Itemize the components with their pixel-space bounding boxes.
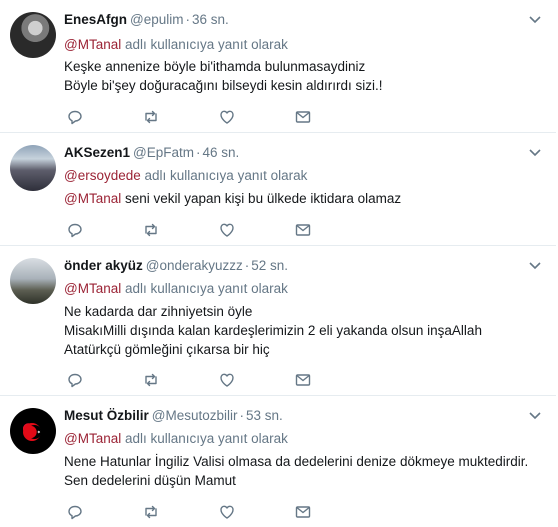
user-handle[interactable]: @epulim bbox=[130, 12, 183, 27]
tweet-text-content: seni vekil yapan kişi bu ülkede iktidara… bbox=[125, 191, 402, 206]
display-name[interactable]: AKSezen1 bbox=[64, 145, 130, 160]
avatar[interactable] bbox=[10, 408, 56, 454]
reply-context: @ersoydede adlı kullanıcıya yanıt olarak bbox=[64, 167, 307, 184]
reply-prefix-text: adlı kullanıcıya yanıt olarak bbox=[125, 431, 288, 446]
tweet-text: Keşke annenize böyle bi'ithamda bulunmas… bbox=[64, 57, 382, 95]
tweet-text-line: Nene Hatunlar İngiliz Valisi olmasa da d… bbox=[64, 454, 529, 469]
avatar[interactable] bbox=[10, 258, 56, 304]
avatar[interactable] bbox=[10, 145, 56, 191]
reply-context: @MTanal adlı kullanıcıya yanıt olarak bbox=[64, 430, 288, 447]
mention-link[interactable]: @MTanal bbox=[64, 191, 121, 206]
avatar[interactable] bbox=[10, 12, 56, 58]
timestamp[interactable]: 52 sn. bbox=[251, 258, 288, 273]
tweet-feed: EnesAfgn @epulim · 36 sn. @MTanal adlı kull… bbox=[0, 0, 556, 527]
reply-icon[interactable] bbox=[66, 108, 84, 126]
tweet-item[interactable]: Mesut Özbilir @Mesutozbilir · 53 sn. @MTana… bbox=[0, 396, 556, 527]
timestamp[interactable]: 53 sn. bbox=[246, 408, 283, 423]
reply-icon[interactable] bbox=[66, 221, 84, 239]
reply-mention-link[interactable]: @MTanal bbox=[64, 281, 121, 296]
chevron-down-icon[interactable] bbox=[528, 15, 542, 25]
user-handle[interactable]: @EpFatm bbox=[133, 145, 194, 160]
user-handle[interactable]: @onderakyuzzz bbox=[146, 258, 243, 273]
message-icon[interactable] bbox=[294, 221, 312, 239]
reply-mention-link[interactable]: @MTanal bbox=[64, 37, 121, 52]
tweet-actions bbox=[64, 108, 324, 126]
tweet-header: önder akyüz @onderakyuzzz · 52 sn. bbox=[64, 257, 288, 275]
display-name[interactable]: EnesAfgn bbox=[64, 12, 127, 27]
tweet-item[interactable]: EnesAfgn @epulim · 36 sn. @MTanal adlı kull… bbox=[0, 0, 556, 133]
retweet-icon[interactable] bbox=[142, 108, 160, 126]
display-name[interactable]: önder akyüz bbox=[64, 258, 143, 273]
reply-prefix-text: adlı kullanıcıya yanıt olarak bbox=[125, 281, 288, 296]
reply-context: @MTanal adlı kullanıcıya yanıt olarak bbox=[64, 280, 288, 297]
tweet-actions bbox=[64, 371, 324, 389]
reply-icon[interactable] bbox=[66, 503, 84, 521]
like-icon[interactable] bbox=[218, 371, 236, 389]
message-icon[interactable] bbox=[294, 371, 312, 389]
separator-dot: · bbox=[185, 12, 191, 27]
tweet-header: Mesut Özbilir @Mesutozbilir · 53 sn. bbox=[64, 407, 283, 425]
separator-dot: · bbox=[196, 145, 201, 160]
timestamp[interactable]: 46 sn. bbox=[203, 145, 240, 160]
separator-dot: · bbox=[244, 258, 250, 273]
tweet-header: EnesAfgn @epulim · 36 sn. bbox=[64, 11, 229, 29]
retweet-icon[interactable] bbox=[142, 371, 160, 389]
tweet-actions bbox=[64, 221, 324, 239]
message-icon[interactable] bbox=[294, 108, 312, 126]
like-icon[interactable] bbox=[218, 108, 236, 126]
tweet-text: Ne kadarda dar zihniyetsin öyle MisakıMi… bbox=[64, 302, 482, 359]
display-name[interactable]: Mesut Özbilir bbox=[64, 408, 149, 423]
message-icon[interactable] bbox=[294, 503, 312, 521]
chevron-down-icon[interactable] bbox=[528, 261, 542, 271]
tweet-text-line: MisakıMilli dışında kalan kardeşlerimizi… bbox=[64, 323, 482, 338]
reply-mention-link[interactable]: @MTanal bbox=[64, 431, 121, 446]
tweet-text: Nene Hatunlar İngiliz Valisi olmasa da d… bbox=[64, 452, 528, 490]
timestamp[interactable]: 36 sn. bbox=[192, 12, 229, 27]
tweet-text-line: Sen dedelerini düşün Mamut bbox=[64, 473, 236, 488]
reply-prefix-text: adlı kullanıcıya yanıt olarak bbox=[125, 37, 288, 52]
retweet-icon[interactable] bbox=[142, 503, 160, 521]
tweet-text-line: Keşke annenize böyle bi'ithamda bulunmas… bbox=[64, 59, 366, 74]
retweet-icon[interactable] bbox=[142, 221, 160, 239]
tweet-text-line: Ne kadarda dar zihniyetsin öyle bbox=[64, 304, 253, 319]
reply-context: @MTanal adlı kullanıcıya yanıt olarak bbox=[64, 36, 288, 53]
chevron-down-icon[interactable] bbox=[528, 148, 542, 158]
separator-dot: · bbox=[239, 408, 245, 423]
tweet-header: AKSezen1 @EpFatm · 46 sn. bbox=[64, 144, 239, 162]
like-icon[interactable] bbox=[218, 503, 236, 521]
flag-emblem-icon bbox=[23, 423, 42, 441]
chevron-down-icon[interactable] bbox=[528, 411, 542, 421]
tweet-text-line: @MTanal seni vekil yapan kişi bu ülkede … bbox=[64, 189, 401, 208]
tweet-text-line: Atatürkçü gömleğini çıkarsa bir hiç bbox=[64, 342, 270, 357]
tweet-text: @MTanal seni vekil yapan kişi bu ülkede … bbox=[64, 189, 401, 208]
reply-prefix-text: adlı kullanıcıya yanıt olarak bbox=[144, 168, 308, 183]
reply-icon[interactable] bbox=[66, 371, 84, 389]
user-handle[interactable]: @Mesutozbilir bbox=[152, 408, 238, 423]
tweet-item[interactable]: AKSezen1 @EpFatm · 46 sn. @ersoydede adlı k… bbox=[0, 133, 556, 246]
tweet-actions bbox=[64, 503, 324, 521]
reply-mention-link[interactable]: @ersoydede bbox=[64, 168, 141, 183]
tweet-item[interactable]: önder akyüz @onderakyuzzz · 52 sn. @MTanal … bbox=[0, 246, 556, 396]
tweet-text-line: Böyle bi'şey doğuracağını bilseydi kesin… bbox=[64, 78, 383, 93]
like-icon[interactable] bbox=[218, 221, 236, 239]
